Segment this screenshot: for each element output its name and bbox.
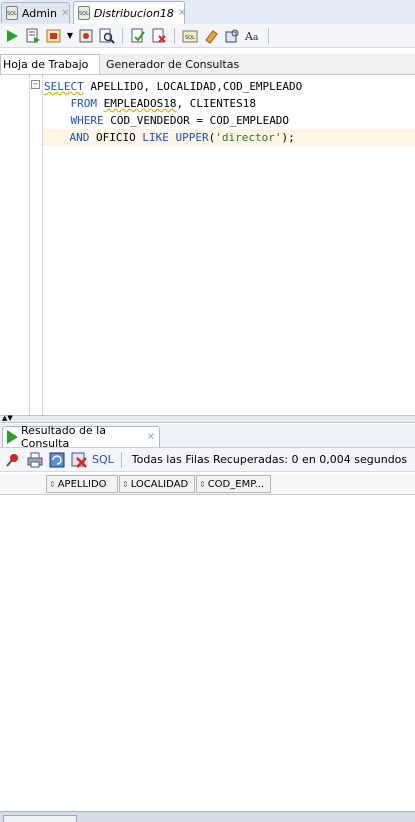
sql-keyword: LIKE bbox=[142, 131, 169, 144]
column-label: APELLIDO bbox=[57, 478, 107, 490]
cancel-query-button[interactable] bbox=[70, 451, 88, 469]
tab-query-result[interactable]: Resultado de la Consulta ✕ bbox=[2, 424, 160, 450]
column-label: LOCALIDAD bbox=[130, 478, 189, 490]
code-line-1[interactable]: SELECT APELLIDO, LOCALIDAD,COD_EMPLEADO bbox=[44, 78, 302, 95]
sql-tuning-button[interactable] bbox=[98, 27, 116, 45]
sql-connection-icon: SQL bbox=[6, 6, 18, 20]
sql-keyword: AND bbox=[69, 131, 90, 144]
run-script-icon bbox=[26, 28, 40, 43]
svg-text:a: a bbox=[253, 33, 259, 43]
query-result-tab-label: Resultado de la Consulta bbox=[21, 424, 106, 450]
toolbar-separator bbox=[122, 27, 123, 44]
run-icon bbox=[7, 29, 18, 42]
text-case-icon: Aa bbox=[245, 30, 259, 43]
status-text: Todas las Filas Recuperadas: 0 en 0,004 … bbox=[131, 453, 408, 466]
run-statement-button[interactable] bbox=[3, 27, 21, 45]
sort-icon: ⇕ bbox=[49, 479, 56, 489]
tab-query-builder[interactable]: Generador de Consultas bbox=[104, 54, 239, 74]
document-tabs: SQL Admin ✕ SQL Distribucion18 ✕ bbox=[0, 0, 415, 25]
pin-icon bbox=[6, 453, 18, 467]
table-name: EMPLEADOS18 bbox=[103, 97, 177, 110]
code-text: APELLIDO, LOCALIDAD,COD_EMPLEADO bbox=[83, 80, 303, 93]
code-text: OFICIO bbox=[89, 131, 143, 144]
refresh-icon bbox=[49, 452, 65, 467]
fold-divider bbox=[42, 75, 43, 415]
sql-function: UPPER bbox=[175, 131, 209, 144]
sql-link[interactable]: SQL bbox=[92, 453, 114, 466]
cancel-query-icon bbox=[71, 452, 87, 468]
code-text: , CLIENTES18 bbox=[176, 97, 256, 110]
sort-icon: ⇕ bbox=[199, 479, 206, 489]
collapse-arrows-icon[interactable]: ▲▼ bbox=[2, 414, 13, 422]
sql-string: 'director' bbox=[215, 131, 282, 144]
toolbar-separator bbox=[174, 27, 175, 44]
editor-results-splitter[interactable]: ▲▼ bbox=[0, 414, 415, 423]
commit-icon bbox=[131, 28, 145, 42]
refresh-button[interactable] bbox=[48, 451, 66, 469]
column-header-apellido[interactable]: ⇕ APELLIDO bbox=[46, 475, 118, 493]
tab-distribucion18[interactable]: SQL Distribucion18 ✕ bbox=[73, 1, 186, 24]
fold-toggle-icon[interactable]: − bbox=[31, 80, 40, 89]
code-text: COD_VENDEDOR = COD_EMPLEADO bbox=[103, 114, 290, 127]
sql-keyword: SELECT bbox=[44, 80, 84, 93]
rollback-button[interactable] bbox=[150, 27, 168, 45]
worksheet-subtabs: Hoja de Trabajo Generador de Consultas bbox=[0, 54, 415, 75]
commit-button[interactable] bbox=[129, 27, 147, 45]
rollback-icon bbox=[152, 28, 166, 43]
sql-history-button[interactable]: SQL bbox=[181, 27, 199, 45]
code-line-3[interactable]: WHERE COD_VENDEDOR = COD_EMPLEADO bbox=[44, 112, 290, 129]
eraser-icon bbox=[205, 29, 218, 44]
column-header-cod-empleado[interactable]: ⇕ COD_EMP... bbox=[196, 475, 271, 493]
autotrace-button[interactable] bbox=[45, 27, 63, 45]
code-line-4-current[interactable]: AND OFICIO LIKE UPPER('director'); bbox=[43, 129, 415, 146]
sql-keyword: FROM bbox=[70, 97, 98, 110]
toolbar-separator bbox=[268, 27, 269, 44]
run-icon bbox=[7, 430, 18, 444]
code-text: ); bbox=[281, 131, 295, 144]
run-script-button[interactable] bbox=[24, 27, 42, 45]
gutter-divider bbox=[29, 75, 30, 415]
column-label: COD_EMP... bbox=[207, 478, 265, 490]
tab-admin[interactable]: SQL Admin ✕ bbox=[1, 2, 70, 23]
worksheet-toolbar: ▼ SQL Aa bbox=[0, 24, 415, 48]
sort-icon: ⇕ bbox=[122, 479, 129, 489]
print-button[interactable] bbox=[26, 451, 44, 469]
pin-button[interactable] bbox=[4, 451, 22, 469]
close-icon[interactable]: ✕ bbox=[178, 8, 186, 19]
tab-admin-label: Admin bbox=[21, 6, 57, 20]
magnifier-icon bbox=[99, 28, 115, 44]
autotrace-icon bbox=[46, 29, 61, 42]
sql-connection-icon: SQL bbox=[78, 6, 90, 20]
format-button[interactable] bbox=[223, 27, 241, 45]
sql-editor[interactable]: − SELECT APELLIDO, LOCALIDAD,COD_EMPLEAD… bbox=[0, 75, 415, 415]
dropdown-arrow[interactable]: ▼ bbox=[66, 27, 74, 45]
close-icon[interactable]: ✕ bbox=[147, 432, 155, 443]
tab-distribucion18-label: Distribucion18 bbox=[93, 6, 174, 20]
code-line-2[interactable]: FROM EMPLEADOS18, CLIENTES18 bbox=[44, 95, 256, 112]
results-toolbar: SQL Todas las Filas Recuperadas: 0 en 0,… bbox=[0, 448, 415, 472]
explain-plan-icon bbox=[79, 29, 93, 42]
tab-worksheet[interactable]: Hoja de Trabajo bbox=[0, 54, 100, 74]
printer-icon bbox=[27, 452, 43, 467]
sql-history-icon: SQL bbox=[182, 30, 198, 42]
svg-text:SQL: SQL bbox=[185, 35, 195, 41]
close-icon[interactable]: ✕ bbox=[61, 8, 69, 19]
results-tab-bar: Resultado de la Consulta ✕ bbox=[0, 424, 415, 450]
format-icon bbox=[225, 29, 239, 42]
result-grid-header: ⇕ APELLIDO ⇕ LOCALIDAD ⇕ COD_EMP... bbox=[0, 474, 415, 495]
case-toggle-button[interactable]: Aa bbox=[244, 27, 262, 45]
toolbar-separator bbox=[120, 451, 122, 468]
column-header-localidad[interactable]: ⇕ LOCALIDAD bbox=[119, 475, 195, 493]
clear-button[interactable] bbox=[202, 27, 220, 45]
explain-plan-button[interactable] bbox=[77, 27, 95, 45]
sql-keyword: WHERE bbox=[70, 114, 104, 127]
bottom-status-bar bbox=[0, 811, 415, 822]
